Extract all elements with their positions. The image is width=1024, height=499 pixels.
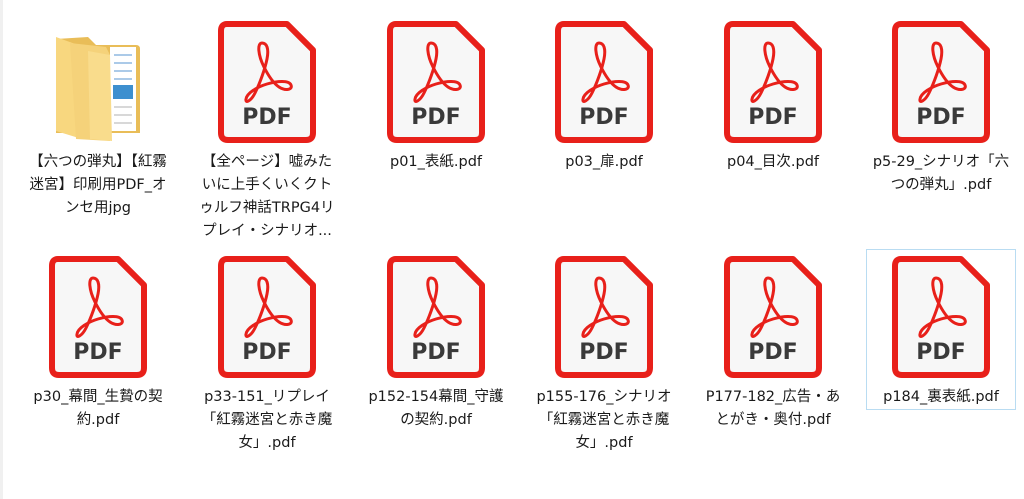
file-name-label: p155-176_シナリオ「紅霧迷宮と赤き魔女」.pdf — [536, 389, 672, 451]
pdf-icon-text: PDF — [411, 340, 460, 365]
pdf-icon: PDF — [530, 256, 678, 378]
pdf-icon: PDF — [193, 21, 341, 143]
file-name-label: 【全ページ】嘘みたいに上手くいくクトゥルフ神話TRPG4リプレイ・シナリオ... — [199, 154, 335, 239]
pdf-icon: PDF — [362, 21, 510, 143]
pdf-file-item[interactable]: PDF P177-182_広告・あとがき・奥付.pdf — [698, 249, 848, 433]
pdf-file-item[interactable]: PDF p5-29_シナリオ「六つの弾丸」.pdf — [866, 14, 1016, 198]
pdf-icon-text: PDF — [242, 105, 291, 130]
pdf-file-item[interactable]: PDF p04_目次.pdf — [698, 14, 848, 175]
pdf-icon-text: PDF — [916, 340, 965, 365]
file-name-label: p33-151_リプレイ「紅霧迷宮と赤き魔女」.pdf — [201, 389, 333, 451]
pdf-icon: PDF — [24, 256, 172, 378]
pdf-icon-text: PDF — [579, 340, 628, 365]
pdf-icon: PDF — [867, 21, 1015, 143]
pdf-file-item[interactable]: PDF 【全ページ】嘘みたいに上手くいくクトゥルフ神話TRPG4リプレイ・シナリ… — [192, 14, 342, 244]
pdf-icon: PDF — [530, 21, 678, 143]
file-name-label: p03_扉.pdf — [565, 154, 643, 170]
pdf-icon-text: PDF — [242, 340, 291, 365]
pdf-file-item[interactable]: PDF p33-151_リプレイ「紅霧迷宮と赤き魔女」.pdf — [192, 249, 342, 456]
file-name-label: 【六つの弾丸】【紅霧迷宮】印刷用PDF_オンセ用jpg — [29, 154, 167, 216]
pdf-file-item[interactable]: PDF p01_表紙.pdf — [361, 14, 511, 175]
pdf-icon-text: PDF — [916, 105, 965, 130]
pdf-icon: PDF — [193, 256, 341, 378]
pdf-file-item[interactable]: PDF p184_裏表紙.pdf — [866, 249, 1016, 410]
pdf-icon: PDF — [699, 256, 847, 378]
pdf-icon-text: PDF — [579, 105, 628, 130]
pdf-file-item[interactable]: PDF p155-176_シナリオ「紅霧迷宮と赤き魔女」.pdf — [529, 249, 679, 456]
pdf-icon-text: PDF — [748, 105, 797, 130]
folder-item[interactable]: 【六つの弾丸】【紅霧迷宮】印刷用PDF_オンセ用jpg — [23, 14, 173, 221]
pdf-file-item[interactable]: PDF p152-154幕間_守護の契約.pdf — [361, 249, 511, 433]
pdf-icon: PDF — [362, 256, 510, 378]
pdf-icon-text: PDF — [748, 340, 797, 365]
pdf-icon-text: PDF — [73, 340, 122, 365]
file-name-label: P177-182_広告・あとがき・奥付.pdf — [705, 389, 841, 428]
folder-icon — [24, 21, 172, 143]
file-name-label: p04_目次.pdf — [726, 154, 820, 170]
file-name-label: p01_表紙.pdf — [389, 154, 483, 170]
pane-edge — [0, 0, 3, 499]
pdf-icon: PDF — [699, 21, 847, 143]
pdf-icon: PDF — [867, 256, 1015, 378]
file-name-label: p152-154幕間_守護の契約.pdf — [368, 389, 504, 428]
pdf-file-item[interactable]: PDF p03_扉.pdf — [529, 14, 679, 175]
file-name-label: p184_裏表紙.pdf — [883, 389, 999, 405]
file-name-label: p30_幕間_生贄の契約.pdf — [33, 389, 163, 428]
pdf-icon-text: PDF — [411, 105, 460, 130]
file-name-label: p5-29_シナリオ「六つの弾丸」.pdf — [872, 154, 1010, 193]
pdf-file-item[interactable]: PDF p30_幕間_生贄の契約.pdf — [23, 249, 173, 433]
